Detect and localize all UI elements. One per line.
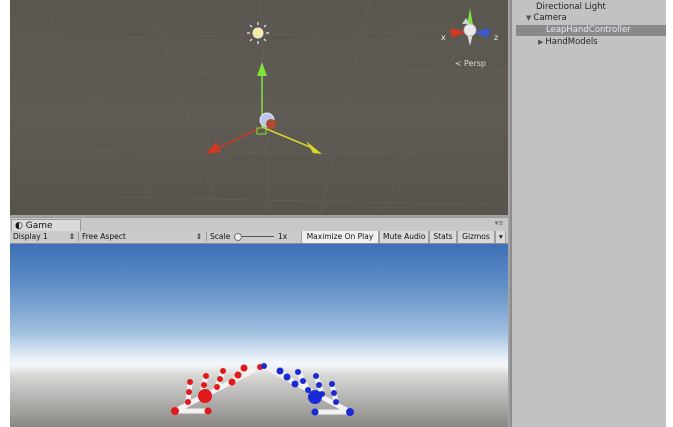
hierarchy-item-label: Camera bbox=[533, 13, 567, 23]
persp-icon: ≺ bbox=[454, 59, 464, 68]
game-toolbar: Display 1 ⇕ Free Aspect ⇕ Scale 1x Maxim… bbox=[10, 231, 508, 244]
stats-button[interactable]: Stats bbox=[429, 231, 457, 243]
updown-arrow-icon: ⇕ bbox=[195, 232, 202, 241]
hierarchy-item-leaphandcontroller[interactable]: LeapHandController bbox=[516, 25, 666, 36]
gizmos-button[interactable]: Gizmos bbox=[457, 231, 495, 243]
game-tab-bar: ◐ Game ▾≡ bbox=[10, 217, 508, 232]
scale-slider[interactable] bbox=[234, 231, 274, 243]
collapsed-arrow-icon[interactable]: ▶ bbox=[538, 38, 543, 46]
directional-light-icon[interactable] bbox=[247, 22, 269, 44]
panel-menu-icon[interactable]: ▾≡ bbox=[495, 219, 504, 227]
gizmo-z-label: z bbox=[494, 33, 498, 42]
hierarchy-item-label: HandModels bbox=[545, 37, 598, 47]
move-gizmo[interactable] bbox=[206, 62, 322, 154]
hierarchy-panel: Directional Light ▼ Camera LeapHandContro… bbox=[510, 0, 666, 427]
gizmo-x-label: x bbox=[441, 33, 446, 42]
left-hand-model[interactable] bbox=[171, 364, 263, 415]
game-icon: ◐ bbox=[15, 221, 26, 231]
mute-audio-button[interactable]: Mute Audio bbox=[379, 231, 429, 243]
gizmos-dropdown-button[interactable]: ▾ bbox=[495, 231, 506, 243]
hierarchy-item-label: LeapHandController bbox=[546, 25, 631, 35]
display-dropdown[interactable]: Display 1 ⇕ bbox=[13, 231, 75, 243]
persp-label[interactable]: ≺ Persp bbox=[455, 59, 486, 68]
hierarchy-item-label: Directional Light bbox=[536, 2, 606, 12]
maximize-on-play-button[interactable]: Maximize On Play bbox=[301, 231, 379, 243]
slider-thumb[interactable] bbox=[234, 233, 242, 241]
orientation-gizmo[interactable]: x z bbox=[441, 8, 498, 46]
hierarchy-item-directional-light[interactable]: Directional Light bbox=[536, 2, 606, 13]
right-hand-model[interactable] bbox=[261, 363, 354, 416]
hierarchy-item-camera[interactable]: ▼ Camera bbox=[526, 13, 567, 24]
chevron-down-icon: ▾ bbox=[499, 232, 503, 241]
scale-label: Scale bbox=[210, 232, 231, 241]
updown-arrow-icon: ⇕ bbox=[68, 232, 75, 241]
scene-view[interactable]: x z ≺ Persp bbox=[10, 0, 508, 215]
aspect-dropdown[interactable]: Free Aspect ⇕ bbox=[82, 231, 202, 243]
expanded-arrow-icon[interactable]: ▼ bbox=[526, 14, 531, 22]
hierarchy-item-handmodels[interactable]: ▶ HandModels bbox=[538, 37, 598, 48]
game-view-viewport[interactable] bbox=[10, 244, 508, 427]
scale-value: 1x bbox=[278, 232, 288, 241]
